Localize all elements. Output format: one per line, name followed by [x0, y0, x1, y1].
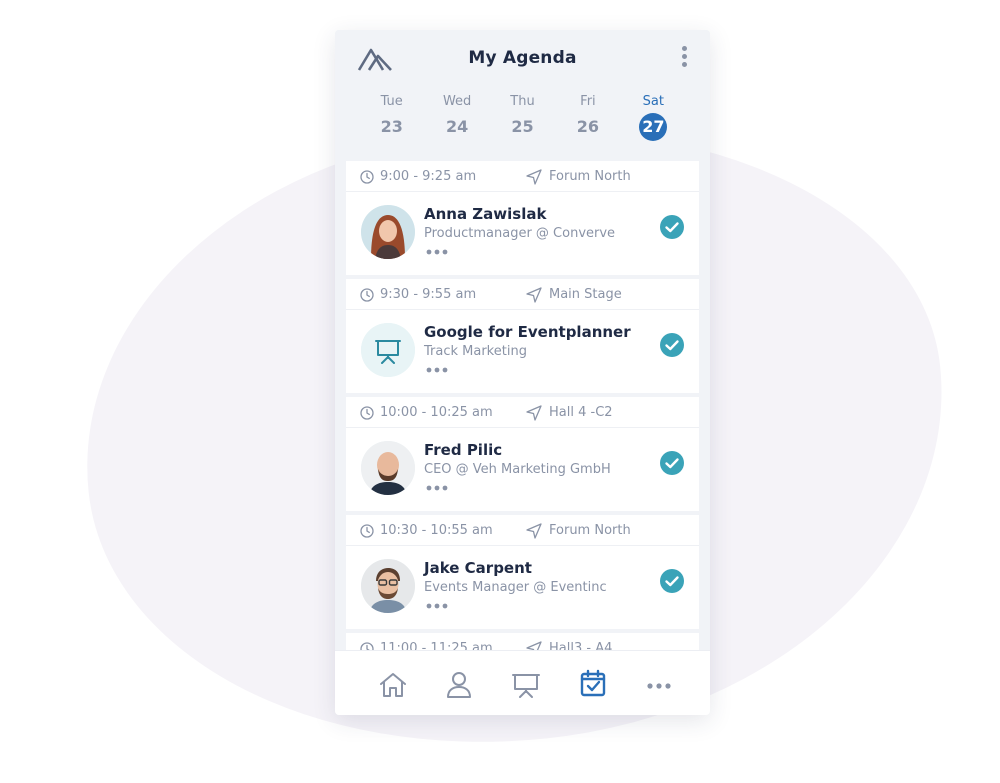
- user-icon[interactable]: [444, 671, 474, 699]
- day-name: Thu: [510, 94, 535, 109]
- avatar: [361, 559, 415, 613]
- day-number: 24: [445, 117, 469, 136]
- more-horizontal-icon[interactable]: [426, 249, 448, 255]
- check-circle-icon[interactable]: [660, 451, 684, 475]
- day-name: Wed: [442, 94, 472, 109]
- check-circle-icon[interactable]: [660, 215, 684, 239]
- day-tue[interactable]: Tue 23: [359, 94, 424, 140]
- agenda-item[interactable]: 10:00 - 10:25 am Hall 4 -C2 Fred Pilic C…: [346, 397, 699, 511]
- agenda-location: Main Stage: [549, 287, 622, 302]
- day-name: Tue: [380, 94, 403, 109]
- agenda-time: 10:30 - 10:55 am: [380, 523, 493, 538]
- presentation-icon: [361, 323, 415, 377]
- agenda-location: Forum North: [549, 523, 631, 538]
- agenda-title: Google for Eventplanner: [424, 323, 631, 341]
- day-number-selected: 27: [639, 113, 668, 141]
- agenda-title: Fred Pilic: [424, 441, 503, 459]
- agenda-time: 10:00 - 10:25 am: [380, 405, 493, 420]
- agenda-subtitle: Track Marketing: [424, 344, 527, 359]
- check-circle-icon[interactable]: [660, 333, 684, 357]
- app-header: My Agenda Tue 23 Wed 24 Thu 25 Fri 26 Sa…: [335, 30, 710, 160]
- day-number: 25: [511, 117, 534, 136]
- avatar-jake: [361, 559, 415, 613]
- agenda-item-meta: 9:30 - 9:55 am Main Stage: [346, 279, 699, 310]
- check-circle-icon[interactable]: [660, 569, 684, 593]
- agenda-time: 9:00 - 9:25 am: [380, 169, 477, 184]
- agenda-list: 9:00 - 9:25 am Forum North Anna Zawislak…: [346, 161, 699, 661]
- presentation-icon[interactable]: [511, 671, 541, 699]
- clock-icon: [360, 406, 374, 420]
- agenda-item[interactable]: 9:00 - 9:25 am Forum North Anna Zawislak…: [346, 161, 699, 275]
- agenda-title: Jake Carpent: [424, 559, 532, 577]
- phone-screen: My Agenda Tue 23 Wed 24 Thu 25 Fri 26 Sa…: [335, 30, 710, 715]
- agenda-item-meta: 10:00 - 10:25 am Hall 4 -C2: [346, 397, 699, 428]
- agenda-time: 9:30 - 9:55 am: [380, 287, 477, 302]
- agenda-item[interactable]: 9:30 - 9:55 am Main Stage Google for Eve…: [346, 279, 699, 393]
- day-name: Fri: [580, 94, 596, 109]
- more-horizontal-icon[interactable]: [426, 603, 448, 609]
- agenda-item-meta: 10:30 - 10:55 am Forum North: [346, 515, 699, 546]
- avatar-fred: [361, 441, 415, 495]
- avatar-anna: [361, 205, 415, 259]
- location-arrow-icon: [526, 523, 542, 539]
- page-title: My Agenda: [468, 48, 577, 68]
- agenda-location: Forum North: [549, 169, 631, 184]
- location-arrow-icon: [526, 169, 542, 185]
- agenda-item[interactable]: 10:30 - 10:55 am Forum North Jake Carpen…: [346, 515, 699, 629]
- agenda-subtitle: Events Manager @ Eventinc: [424, 580, 607, 595]
- agenda-item-meta: 9:00 - 9:25 am Forum North: [346, 161, 699, 192]
- clock-icon: [360, 288, 374, 302]
- day-wed[interactable]: Wed 24: [424, 94, 489, 140]
- avatar: [361, 205, 415, 259]
- location-arrow-icon: [526, 405, 542, 421]
- day-name: Sat: [642, 94, 664, 109]
- avatar: [361, 323, 415, 377]
- day-number: 23: [380, 117, 403, 136]
- day-sat[interactable]: Sat 27: [621, 94, 686, 141]
- avatar: [361, 441, 415, 495]
- bottom-tab-bar: [335, 650, 710, 715]
- agenda-subtitle: CEO @ Veh Marketing GmbH: [424, 462, 611, 477]
- agenda-location: Hall 4 -C2: [549, 405, 613, 420]
- calendar-check-icon[interactable]: [578, 669, 608, 697]
- more-vertical-icon[interactable]: [680, 46, 688, 70]
- agenda-title: Anna Zawislak: [424, 205, 547, 223]
- more-horizontal-icon[interactable]: [426, 485, 448, 491]
- day-number: 26: [576, 117, 600, 136]
- day-fri[interactable]: Fri 26: [555, 94, 620, 140]
- day-thu[interactable]: Thu 25: [490, 94, 555, 140]
- clock-icon: [360, 524, 374, 538]
- location-arrow-icon: [526, 287, 542, 303]
- clock-icon: [360, 170, 374, 184]
- agenda-subtitle: Productmanager @ Converve: [424, 226, 616, 241]
- more-horizontal-icon[interactable]: [644, 671, 674, 699]
- more-horizontal-icon[interactable]: [426, 367, 448, 373]
- home-icon[interactable]: [378, 671, 408, 699]
- day-selector: Tue 23 Wed 24 Thu 25 Fri 26 Sat 27: [359, 94, 686, 141]
